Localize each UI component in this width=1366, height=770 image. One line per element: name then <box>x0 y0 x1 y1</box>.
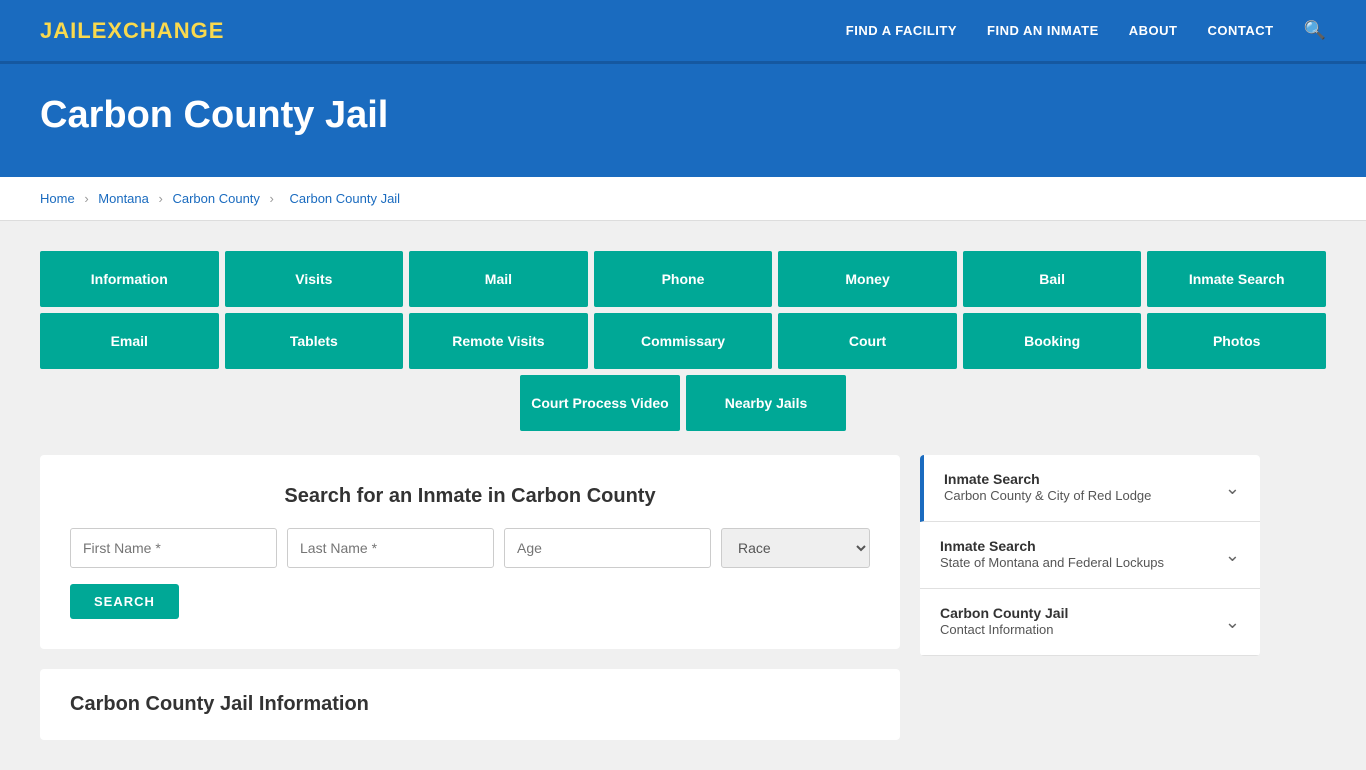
chevron-down-icon-2: ⌄ <box>1225 545 1240 566</box>
btn-remote-visits[interactable]: Remote Visits <box>409 313 588 369</box>
nav-links: FIND A FACILITY FIND AN INMATE ABOUT CON… <box>846 20 1326 41</box>
sidebar-item-inmate-search-state[interactable]: Inmate Search State of Montana and Feder… <box>920 522 1260 589</box>
btn-court[interactable]: Court <box>778 313 957 369</box>
nav-find-facility[interactable]: FIND A FACILITY <box>846 23 957 38</box>
btn-commissary[interactable]: Commissary <box>594 313 773 369</box>
content-wrapper: Information Visits Mail Phone Money Bail… <box>0 221 1366 770</box>
logo-jail: JAIL <box>40 18 92 43</box>
navbar: JAILEXCHANGE FIND A FACILITY FIND AN INM… <box>0 0 1366 64</box>
nav-contact[interactable]: CONTACT <box>1207 23 1273 38</box>
btn-money[interactable]: Money <box>778 251 957 307</box>
btn-information[interactable]: Information <box>40 251 219 307</box>
breadcrumb: Home › Montana › Carbon County › Carbon … <box>0 177 1366 221</box>
search-panel: Search for an Inmate in Carbon County Ra… <box>40 455 900 740</box>
chevron-down-icon-1: ⌄ <box>1225 478 1240 499</box>
sidebar-item-subtitle-1: Carbon County & City of Red Lodge <box>944 488 1151 503</box>
btn-booking[interactable]: Booking <box>963 313 1142 369</box>
btn-mail[interactable]: Mail <box>409 251 588 307</box>
hero-section: Carbon County Jail <box>0 64 1366 177</box>
btn-court-process-video[interactable]: Court Process Video <box>520 375 680 431</box>
sidebar-item-subtitle-3: Contact Information <box>940 622 1053 637</box>
breadcrumb-montana[interactable]: Montana <box>98 191 149 206</box>
last-name-input[interactable] <box>287 528 494 568</box>
btn-visits[interactable]: Visits <box>225 251 404 307</box>
age-input[interactable] <box>504 528 711 568</box>
lower-section: Search for an Inmate in Carbon County Ra… <box>40 455 1326 740</box>
sidebar-item-inmate-search-carbon[interactable]: Inmate Search Carbon County & City of Re… <box>920 455 1260 522</box>
sidebar-item-title-1: Inmate Search <box>944 471 1151 487</box>
logo[interactable]: JAILEXCHANGE <box>40 18 224 44</box>
nav-find-inmate[interactable]: FIND AN INMATE <box>987 23 1099 38</box>
breadcrumb-current: Carbon County Jail <box>290 191 401 206</box>
btn-tablets[interactable]: Tablets <box>225 313 404 369</box>
sidebar-item-title-3: Carbon County Jail <box>940 605 1068 621</box>
btn-photos[interactable]: Photos <box>1147 313 1326 369</box>
sidebar: Inmate Search Carbon County & City of Re… <box>920 455 1260 656</box>
button-grid-row2: Email Tablets Remote Visits Commissary C… <box>40 313 1326 369</box>
search-button[interactable]: SEARCH <box>70 584 179 619</box>
info-section: Carbon County Jail Information <box>40 669 900 740</box>
search-title: Search for an Inmate in Carbon County <box>70 485 870 508</box>
search-inputs: Race White Black Hispanic Asian Native A… <box>70 528 870 568</box>
btn-nearby-jails[interactable]: Nearby Jails <box>686 375 846 431</box>
page-title: Carbon County Jail <box>40 94 1326 137</box>
chevron-down-icon-3: ⌄ <box>1225 612 1240 633</box>
button-grid-row3: Court Process Video Nearby Jails <box>40 375 1326 431</box>
info-title: Carbon County Jail Information <box>70 693 870 716</box>
breadcrumb-home[interactable]: Home <box>40 191 75 206</box>
sidebar-item-subtitle-2: State of Montana and Federal Lockups <box>940 555 1164 570</box>
race-select[interactable]: Race White Black Hispanic Asian Native A… <box>721 528 870 568</box>
search-icon[interactable]: 🔍 <box>1304 20 1326 41</box>
button-grid-row1: Information Visits Mail Phone Money Bail… <box>40 251 1326 307</box>
nav-about[interactable]: ABOUT <box>1129 23 1178 38</box>
btn-email[interactable]: Email <box>40 313 219 369</box>
btn-bail[interactable]: Bail <box>963 251 1142 307</box>
breadcrumb-carbon-county[interactable]: Carbon County <box>172 191 259 206</box>
sidebar-item-contact-info[interactable]: Carbon County Jail Contact Information ⌄ <box>920 589 1260 656</box>
sidebar-item-title-2: Inmate Search <box>940 538 1164 554</box>
btn-phone[interactable]: Phone <box>594 251 773 307</box>
first-name-input[interactable] <box>70 528 277 568</box>
logo-exchange: EXCHANGE <box>92 18 225 43</box>
btn-inmate-search[interactable]: Inmate Search <box>1147 251 1326 307</box>
